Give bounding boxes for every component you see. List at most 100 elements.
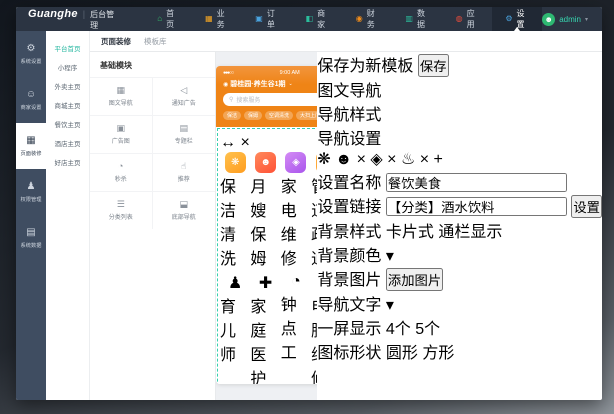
bg-color-picker[interactable]: ▾ — [386, 248, 394, 265]
user-avatar: ☻ — [542, 13, 555, 26]
editor-workarea: 基础模块 ▦ 图文导航 ◁ 通知广告 ▣ 广告图 — [90, 52, 602, 400]
app-body: ⚙ 系统设置 ☺ 商家设置 ▦ 页面装修 ♟ 权限管理 ▤ 系统数据 平台首页 — [16, 31, 602, 400]
announcement-icon: ◁ — [180, 86, 187, 95]
nav-tile-selected[interactable]: ❋ — [317, 151, 335, 168]
tab-page-decoration[interactable]: 页面装修 — [101, 36, 131, 47]
add-image-button[interactable]: 添加图片 — [386, 268, 443, 291]
nav-tile[interactable]: ☻ × — [335, 151, 370, 168]
remove-tile-button[interactable]: × — [387, 151, 396, 168]
submenu-item-dining-home[interactable]: 餐饮主页 — [46, 114, 89, 133]
chevron-down-icon: ▾ — [386, 297, 394, 314]
tab-template-library[interactable]: 模板库 — [144, 36, 167, 47]
nav-item-finance[interactable]: ◉ 财务 — [343, 7, 393, 31]
app-logo: Guanghe | 后台管理 — [16, 8, 126, 31]
submenu-item-shop-home[interactable]: 好店主页 — [46, 152, 89, 171]
link-set-button[interactable]: 设置 — [571, 195, 602, 218]
text-color-picker[interactable]: ▾ — [386, 297, 394, 314]
nav-item-data[interactable]: ▥ 数据 — [392, 7, 442, 31]
thumbs-up-icon: ☝ — [181, 162, 186, 171]
submenu-item-mini-program[interactable]: 小程序 — [46, 57, 89, 76]
name-input[interactable] — [386, 173, 567, 192]
submenu-item-hotel-home[interactable]: 酒店主页 — [46, 133, 89, 152]
nav-item-business[interactable]: ▦ 业务 — [192, 7, 242, 31]
sidebar-item-page-decoration[interactable]: ▦ 页面装修 — [16, 123, 46, 169]
nav-item-settings[interactable]: ⚙ 设置 — [492, 7, 542, 31]
link-input[interactable] — [386, 197, 567, 216]
preview-canvas: ●●●○○ 9:00 AM 100% ◉ 碧桂园·养生谷1期 ⌄ — [216, 52, 317, 400]
radio-five-per-row[interactable]: 5个 — [415, 321, 440, 338]
radio-card-style[interactable]: 卡片式 — [386, 224, 438, 241]
topbar: Guanghe | 后台管理 ⌂ 首页 ▦ 业务 ▣ 订单 ◧ 商家 ◉ — [16, 7, 602, 31]
nav-item-apps[interactable]: ◍ 应用 — [443, 7, 493, 31]
topbar-nav: ⌂ 首页 ▦ 业务 ▣ 订单 ◧ 商家 ◉ 财务 ▥ 数据 — [144, 7, 542, 31]
location-text[interactable]: 碧桂园·养生谷1期 — [230, 79, 285, 89]
merchant-settings-icon: ☺ — [26, 90, 36, 100]
radio-fullwidth-style[interactable]: 通栏显示 — [438, 224, 502, 241]
nav-tile[interactable]: ◈ × — [370, 151, 401, 168]
service-item[interactable]: ▦ 电脑维修 — [311, 273, 317, 384]
page-layout-icon: ▦ — [26, 136, 35, 146]
service-item[interactable]: ✚ 家庭医护 — [250, 273, 280, 384]
radio-shape-round[interactable]: 圆形 — [386, 345, 422, 362]
delete-module-handle[interactable]: × — [240, 134, 249, 151]
washer-icon: ◈ — [285, 152, 306, 173]
bg-style-setting: 背景样式 卡片式 通栏显示 — [317, 218, 602, 242]
nav-item-merchant[interactable]: ◧ 商家 — [293, 7, 343, 31]
save-button[interactable]: 保存 — [418, 54, 449, 77]
sidebar-item-system-settings[interactable]: ⚙ 系统设置 — [16, 31, 46, 77]
icon-shape-setting: 图标形状 圆形 方形 — [317, 339, 602, 363]
service-item[interactable]: ♨ 管道疏通 — [311, 152, 317, 269]
gear-icon: ⚙ — [27, 44, 36, 54]
tag-pill[interactable]: 保姆 — [244, 111, 262, 120]
module-recommend[interactable]: ☝ 推荐 — [153, 153, 216, 191]
remove-tile-button[interactable]: × — [420, 151, 429, 168]
nav-label: 数据 — [417, 8, 430, 30]
nav-item-orders[interactable]: ▣ 订单 — [242, 7, 292, 31]
sidebar-item-system-data[interactable]: ▤ 系统数据 — [16, 215, 46, 261]
radio-four-per-row[interactable]: 4个 — [386, 321, 415, 338]
move-resize-handle[interactable]: ↔ — [220, 134, 236, 151]
module-category-list[interactable]: ☰ 分类列表 — [90, 191, 153, 229]
module-bottom-nav[interactable]: ⬓ 底部导航 — [153, 191, 216, 229]
nav-tile[interactable]: ♨ × — [401, 151, 434, 168]
location-row: ◉ 碧桂园·养生谷1期 ⌄ ✉ — [223, 79, 317, 89]
submenu-item-takeout-home[interactable]: 外卖主页 — [46, 76, 89, 95]
module-topic-bar[interactable]: ▤ 专题栏 — [153, 115, 216, 153]
save-as-template-link[interactable]: 保存为新模板 — [317, 58, 413, 75]
service-item[interactable]: ☻ 月嫂保姆 — [250, 152, 280, 269]
search-icon: ⚲ — [229, 96, 233, 103]
add-tile-button[interactable]: + — [434, 151, 443, 168]
search-bar[interactable]: ⚲ 搜索服务 — [223, 93, 317, 106]
nav-label: 首页 — [166, 8, 179, 30]
childcare-icon: ♟ — [228, 273, 242, 293]
service-item[interactable]: ❋ 保洁清洗 — [220, 152, 250, 269]
user-menu[interactable]: ☻ admin ▾ — [542, 13, 602, 26]
module-flash-sale[interactable]: ◔ 秒杀 — [90, 153, 153, 191]
service-item[interactable]: ◈ 家电维修 — [281, 152, 311, 269]
sidebar-item-merchant-settings[interactable]: ☺ 商家设置 — [16, 77, 46, 123]
module-palette: 基础模块 ▦ 图文导航 ◁ 通知广告 ▣ 广告图 — [90, 52, 216, 400]
phone-preview: ●●●○○ 9:00 AM 100% ◉ 碧桂园·养生谷1期 ⌄ — [216, 66, 317, 384]
hot-tags: 保洁 保姆 空调清洗 大扫上门 消毒杀菌 — [223, 111, 317, 120]
radio-shape-square[interactable]: 方形 — [422, 345, 454, 362]
remove-tile-button[interactable]: × — [357, 151, 366, 168]
bg-color-setting: 背景颜色 ▾ — [317, 242, 602, 266]
service-item[interactable]: ♟ 育儿师 — [220, 273, 250, 384]
service-item[interactable]: ◔ 钟点工 — [281, 273, 311, 384]
nav-item-home[interactable]: ⌂ 首页 — [144, 7, 192, 31]
module-announcement[interactable]: ◁ 通知广告 — [153, 77, 216, 115]
hourly-worker-icon: ◔ — [291, 273, 301, 291]
tag-pill[interactable]: 空调清洗 — [265, 111, 293, 120]
flash-sale-timer-icon: ◔ — [118, 162, 123, 171]
sidebar-item-permissions[interactable]: ♟ 权限管理 — [16, 169, 46, 215]
tag-pill[interactable]: 大扫上门 — [296, 111, 317, 120]
panel-title: 图文导航 — [317, 77, 602, 101]
tag-pill[interactable]: 保洁 — [223, 111, 241, 120]
submenu-item-platform-home[interactable]: 平台首页 — [46, 38, 89, 57]
module-grid-nav[interactable]: ▦ 图文导航 — [90, 77, 153, 115]
nav-style-setting: 导航样式 — [317, 101, 602, 125]
selected-grid-nav-module[interactable]: ↔ × ❋ 保洁清洗 ☻ 月嫂保姆 — [217, 128, 317, 384]
module-ad-image[interactable]: ▣ 广告图 — [90, 115, 153, 153]
submenu-item-mall-home[interactable]: 商城主页 — [46, 95, 89, 114]
category-list-icon: ☰ — [117, 200, 125, 209]
